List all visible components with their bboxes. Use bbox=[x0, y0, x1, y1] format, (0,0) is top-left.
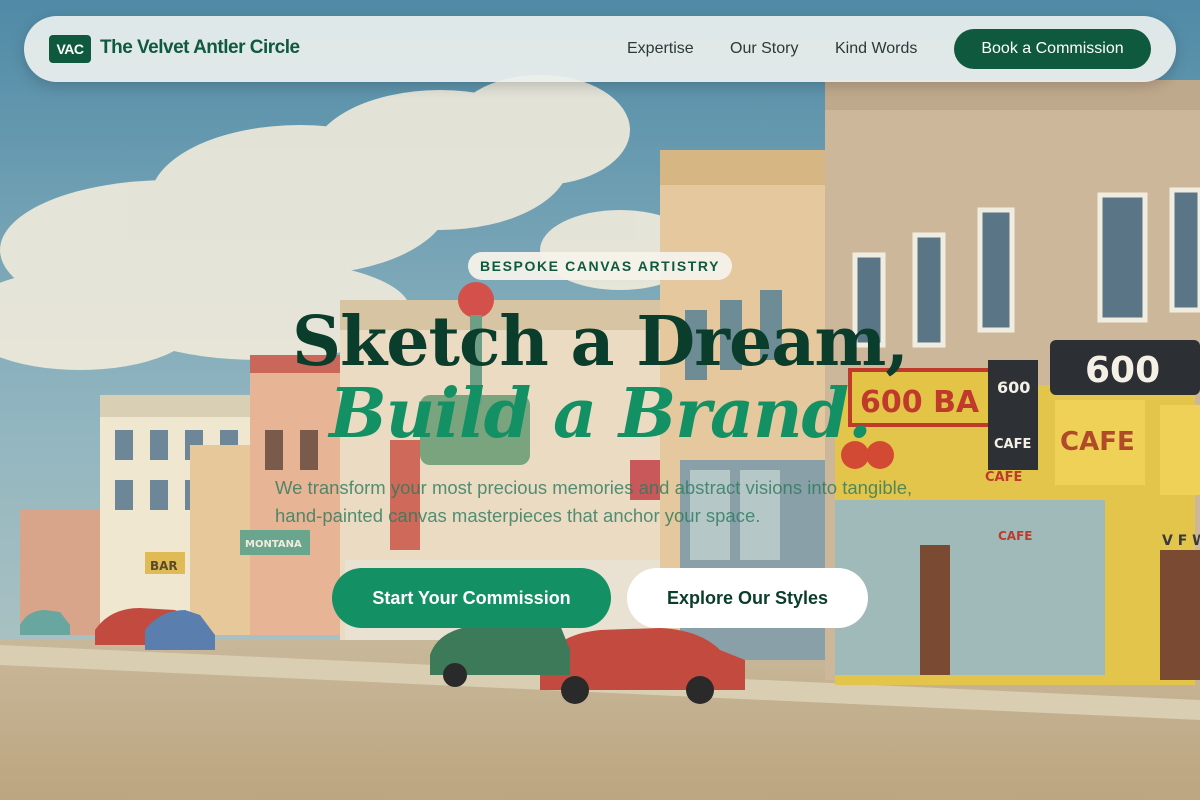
sign-vfw: V F W bbox=[1162, 533, 1200, 549]
sign-bar-left: BAR bbox=[150, 559, 178, 573]
hero-subtitle: We transform your most precious memories… bbox=[275, 477, 913, 526]
nav-link-kind-words[interactable]: Kind Words bbox=[835, 40, 917, 58]
logo-badge[interactable]: VAC bbox=[49, 35, 91, 63]
start-commission-button[interactable]: Start Your Commission bbox=[332, 568, 611, 628]
sign-cafe-3: CAFE bbox=[985, 470, 1022, 485]
book-commission-button[interactable]: Book a Commission bbox=[954, 29, 1151, 69]
headline-line-1: Sketch a Dream, bbox=[292, 302, 909, 382]
headline-line-2: Build a Brand. bbox=[329, 374, 872, 454]
site-header: VAC The Velvet Antler Circle Expertise O… bbox=[24, 16, 1176, 82]
nav-link-our-story[interactable]: Our Story bbox=[730, 40, 798, 58]
sign-cafe-4: CAFE bbox=[998, 529, 1033, 543]
brand-name[interactable]: The Velvet Antler Circle bbox=[100, 37, 300, 59]
eyebrow-badge: BESPOKE CANVAS ARTISTRY bbox=[468, 252, 732, 280]
sign-montana: MONTANA bbox=[245, 539, 302, 550]
nav-link-expertise[interactable]: Expertise bbox=[627, 40, 694, 58]
explore-styles-button[interactable]: Explore Our Styles bbox=[627, 568, 868, 628]
